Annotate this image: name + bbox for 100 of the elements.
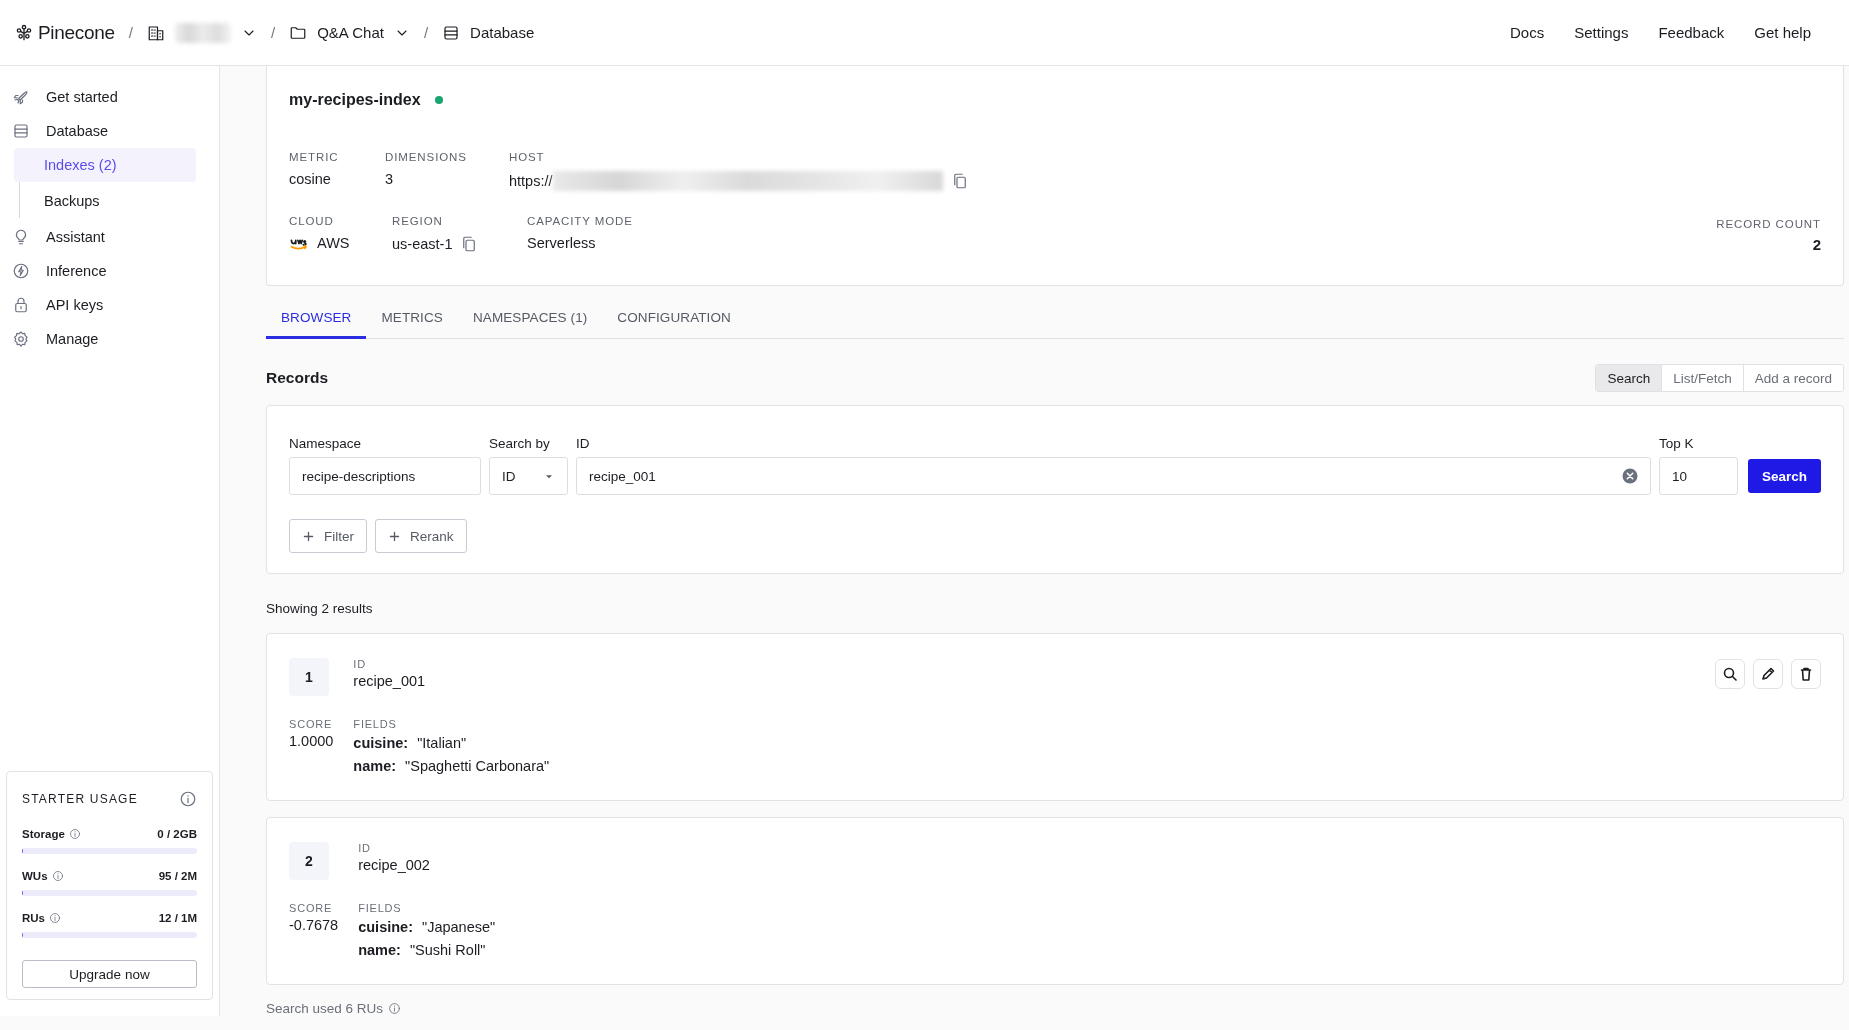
breadcrumb-link[interactable]: Q&A Chat [317, 24, 384, 41]
field-label: CLOUD [289, 215, 335, 227]
field-label: FIELDS [353, 718, 398, 730]
nav-link[interactable]: Feedback [1658, 24, 1725, 41]
sidebar-item[interactable]: Database [6, 114, 213, 148]
score-value: 1.0000 [289, 733, 334, 749]
search-icon [1722, 666, 1738, 682]
sidebar-subitem[interactable]: Indexes (2) [14, 148, 196, 182]
field-value: cosine [289, 171, 331, 187]
sidebar-label[interactable]: Manage [46, 331, 99, 347]
rank-number: 2 [289, 842, 329, 880]
add-option-button[interactable]: Rerank [375, 519, 467, 553]
nav-link[interactable]: Docs [1510, 24, 1545, 41]
tab[interactable]: METRICS [366, 298, 458, 339]
field-label: DIMENSIONS [385, 151, 468, 163]
info-icon [51, 870, 64, 882]
field-value: "Italian" [417, 734, 467, 753]
usage-title: STARTER USAGE [22, 792, 138, 806]
field-label: ID [353, 658, 367, 670]
sidebar-label[interactable]: Assistant [46, 229, 105, 245]
sidebar-item[interactable]: Inference [6, 254, 213, 288]
mode-toggle[interactable]: Add a record [1742, 365, 1843, 391]
field-value: AWS [317, 235, 350, 251]
field-label: FIELDS [358, 902, 403, 914]
tab[interactable]: CONFIGURATION [602, 298, 746, 339]
search-by-select[interactable]: ID [489, 457, 568, 495]
field-value: "Sushi Roll" [409, 941, 486, 960]
brand-name[interactable]: Pinecone [38, 21, 115, 44]
sidebar-label[interactable]: API keys [46, 297, 104, 313]
field-label: METRIC [289, 151, 340, 163]
field-key: cuisine: [358, 917, 413, 937]
meter-label: WUs [22, 870, 48, 882]
database-icon [442, 23, 461, 42]
sidebar-label[interactable]: Database [46, 123, 109, 139]
meter-label: RUs [22, 912, 45, 924]
redacted-block [175, 22, 231, 43]
meter-reading: 95 / 2M [158, 870, 197, 882]
plus-icon [388, 529, 401, 543]
sidebar-subitem[interactable]: Backups [14, 184, 196, 218]
sidebar-label[interactable]: Get started [46, 89, 118, 105]
record-id: recipe_002 [358, 857, 431, 873]
field-value: "Spaghetti Carbonara" [405, 757, 550, 776]
info-icon [49, 912, 61, 924]
record-id: recipe_001 [353, 673, 427, 689]
search-button[interactable] [1715, 659, 1745, 689]
sidebar-label[interactable]: Inference [46, 263, 107, 279]
info-icon[interactable] [179, 790, 197, 808]
rocket-icon [12, 88, 30, 106]
field-label: SCORE [289, 902, 334, 914]
sidebar-item[interactable]: Assistant [6, 220, 213, 254]
padlock-icon [12, 296, 30, 314]
top-k-input[interactable]: 10 [1658, 457, 1738, 495]
upgrade-button[interactable]: Upgrade now [22, 960, 197, 988]
field-value: "Japanese" [422, 918, 496, 937]
plus-icon [302, 529, 315, 543]
meter-label: Storage [22, 828, 65, 840]
database-icon [12, 122, 30, 140]
pencil-icon [1760, 666, 1776, 682]
nav-link[interactable]: Get help [1754, 24, 1811, 41]
edit-button[interactable] [1753, 659, 1783, 689]
search-button[interactable]: Search [1747, 459, 1821, 493]
field-label: REGION [392, 215, 444, 227]
add-option-button[interactable]: Filter [289, 519, 367, 553]
clear-icon[interactable] [1621, 468, 1638, 484]
info-icon [388, 1002, 402, 1015]
trash-icon [1798, 666, 1814, 682]
building-icon [147, 23, 165, 42]
field-label: ID [576, 436, 591, 451]
breadcrumb-separator: / [128, 24, 133, 41]
results-summary: Showing 2 results [266, 601, 373, 616]
tab[interactable]: BROWSER [266, 298, 367, 339]
sidebar-item[interactable]: Manage [6, 322, 213, 356]
breadcrumb-separator: / [271, 24, 276, 41]
meter-reading: 0 / 2GB [157, 828, 197, 840]
breadcrumb-link[interactable]: Database [470, 24, 535, 41]
field-key: cuisine: [353, 733, 409, 753]
meter-reading: 12 / 1M [158, 912, 197, 924]
nav-link[interactable]: Settings [1574, 24, 1629, 41]
aws-logo-icon [289, 236, 309, 250]
sidebar-item[interactable]: Get started [6, 80, 213, 114]
mode-toggle[interactable]: Search [1596, 365, 1662, 391]
sidebar-item[interactable]: API keys [6, 288, 213, 322]
field-key: name: [358, 940, 401, 960]
field-label: Namespace [289, 436, 363, 451]
tab[interactable]: NAMESPACES (1) [457, 298, 603, 339]
section-title: Records [266, 369, 329, 387]
field-label: ID [358, 842, 372, 854]
field-value: Serverless [527, 235, 596, 251]
delete-button[interactable] [1791, 659, 1821, 689]
namespace-input[interactable]: recipe-descriptions [289, 457, 481, 495]
info-icon [68, 828, 81, 840]
field-label: Search by [489, 436, 551, 451]
field-label: RECORD COUNT [1716, 218, 1821, 230]
field-label: SCORE [289, 718, 334, 730]
bolt-circle-icon [12, 262, 30, 280]
field-label: Top K [1658, 436, 1695, 451]
field-label: HOST [509, 151, 546, 163]
breadcrumb-separator: / [423, 24, 429, 41]
id-input[interactable]: recipe_001 [576, 457, 1651, 495]
score-value: -0.7678 [289, 917, 339, 933]
